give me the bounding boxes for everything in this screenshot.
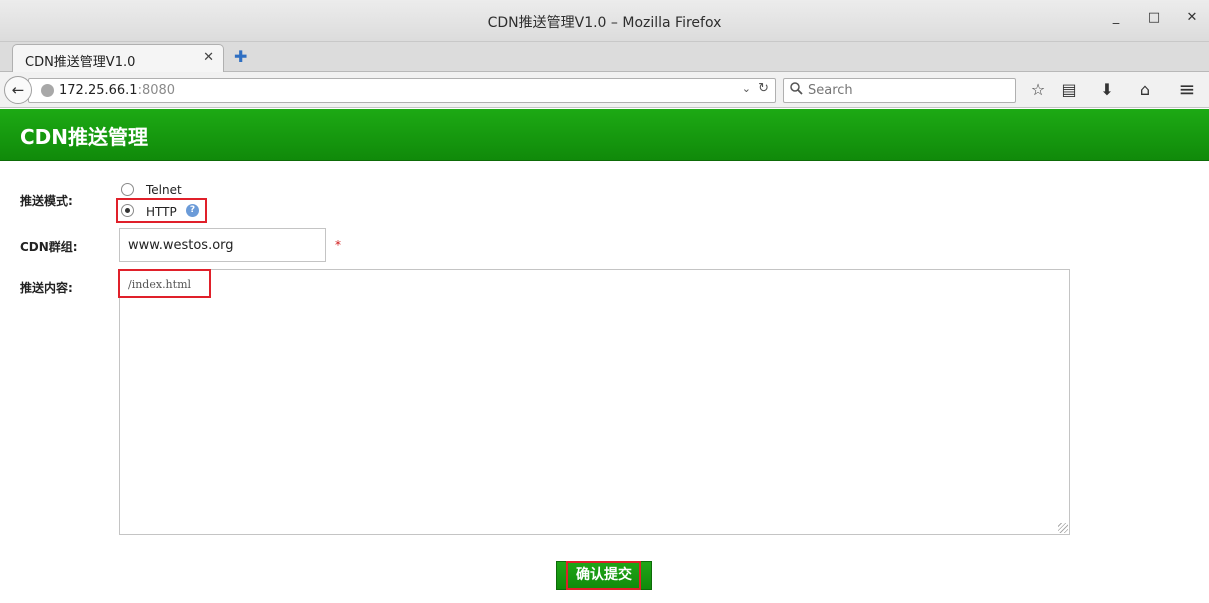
tab-close-icon[interactable]: ✕ xyxy=(203,50,214,65)
search-input[interactable] xyxy=(808,82,1008,99)
required-mark: * xyxy=(335,238,341,252)
new-tab-icon[interactable]: ✚ xyxy=(234,47,247,66)
highlight-content xyxy=(118,269,211,298)
maximize-button[interactable]: □ xyxy=(1147,10,1161,25)
page-title: CDN推送管理 xyxy=(20,125,149,149)
tab-cdn-manager[interactable]: CDN推送管理V1.0 ✕ xyxy=(12,44,224,72)
tab-title: CDN推送管理V1.0 xyxy=(25,55,136,70)
url-bar[interactable]: 172.25.66.1:8080 ⌄ ↻ xyxy=(28,78,776,103)
search-box[interactable] xyxy=(783,78,1016,103)
reload-icon[interactable]: ↻ xyxy=(758,81,769,96)
highlight-submit xyxy=(566,561,641,590)
globe-icon xyxy=(41,84,54,97)
window-titlebar: CDN推送管理V1.0 – Mozilla Firefox _ □ ✕ xyxy=(0,0,1209,42)
home-icon[interactable]: ⌂ xyxy=(1135,80,1155,99)
close-window-button[interactable]: ✕ xyxy=(1185,10,1199,25)
radio-http-label[interactable]: HTTP xyxy=(146,205,177,219)
window-controls: _ □ ✕ xyxy=(1109,10,1199,25)
resize-grip-icon[interactable] xyxy=(1058,523,1068,533)
navigation-bar: 172.25.66.1:8080 ⌄ ↻ ← ☆ ▤ ⬇ ⌂ ≡ xyxy=(0,72,1209,108)
back-button[interactable]: ← xyxy=(4,76,32,104)
radio-http[interactable] xyxy=(121,204,134,217)
menu-icon[interactable]: ≡ xyxy=(1177,77,1197,101)
help-icon[interactable]: ? xyxy=(186,204,199,217)
reading-list-icon[interactable]: ▤ xyxy=(1059,80,1079,99)
push-mode-label: 推送模式: xyxy=(20,194,73,208)
url-text[interactable]: 172.25.66.1:8080 xyxy=(59,83,175,98)
cdn-group-input[interactable] xyxy=(119,228,326,262)
radio-telnet[interactable] xyxy=(121,183,134,196)
push-content-textarea[interactable]: /index.html xyxy=(119,269,1070,535)
page-header: CDN推送管理 xyxy=(0,109,1209,161)
push-content-label: 推送内容: xyxy=(20,281,73,295)
downloads-icon[interactable]: ⬇ xyxy=(1097,80,1117,99)
tab-strip: CDN推送管理V1.0 ✕ ✚ xyxy=(0,42,1209,72)
window-title: CDN推送管理V1.0 – Mozilla Firefox xyxy=(487,15,722,31)
search-icon xyxy=(790,82,803,99)
bookmark-star-icon[interactable]: ☆ xyxy=(1028,80,1048,99)
radio-telnet-label[interactable]: Telnet xyxy=(146,183,182,197)
cdn-group-label: CDN群组: xyxy=(20,240,78,254)
url-dropdown-icon[interactable]: ⌄ xyxy=(742,82,751,95)
minimize-button[interactable]: _ xyxy=(1109,10,1123,25)
